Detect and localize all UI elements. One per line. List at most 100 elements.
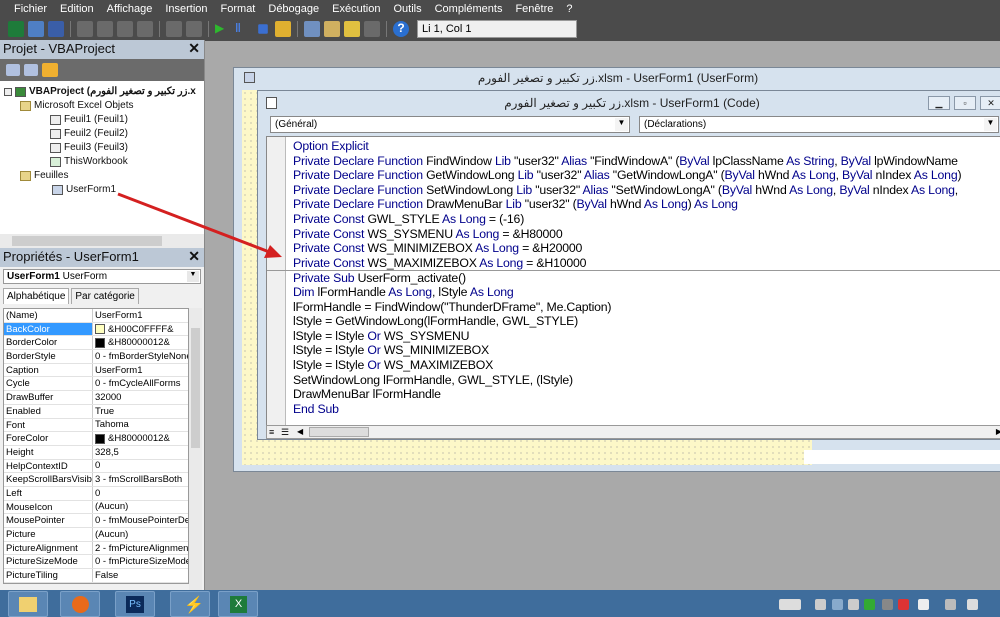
tab-par-categorie[interactable]: Par catégorie — [71, 288, 139, 304]
property-value[interactable]: 0 — [93, 460, 188, 473]
scroll-right-icon[interactable]: ▶ — [996, 427, 1000, 436]
code-line[interactable]: Private Declare Function GetWindowLong L… — [293, 168, 1000, 183]
tray-app-icon[interactable] — [848, 599, 859, 610]
procedure-view-icon[interactable]: ≡ — [269, 427, 274, 437]
keyboard-icon[interactable] — [779, 599, 801, 610]
scroll-left-icon[interactable]: ◀ — [297, 427, 303, 436]
project-explorer-icon[interactable] — [304, 21, 320, 37]
volume-icon[interactable] — [967, 599, 978, 610]
property-value[interactable]: &H80000012& — [93, 432, 188, 445]
usb-icon[interactable] — [882, 599, 893, 610]
firefox-icon[interactable] — [60, 591, 100, 617]
property-value[interactable]: UserForm1 — [93, 309, 188, 322]
property-value[interactable]: 32000 — [93, 391, 188, 404]
menu-fichier[interactable]: Fichier — [14, 3, 47, 15]
collapse-icon[interactable] — [4, 87, 12, 96]
tree-sheet-3[interactable]: Feuil3 (Feuil3) — [50, 142, 128, 153]
code-line[interactable]: Private Declare Function DrawMenuBar Lib… — [293, 197, 1000, 212]
property-row[interactable]: Font Tahoma — [4, 418, 188, 433]
scroll-thumb[interactable] — [12, 236, 162, 246]
cut-icon[interactable] — [77, 21, 93, 37]
object-combo[interactable]: (Général) ▼ — [270, 116, 630, 133]
horizontal-scrollbar[interactable] — [309, 427, 369, 437]
network-icon[interactable] — [945, 599, 956, 610]
menu-outils[interactable]: Outils — [393, 3, 421, 15]
property-value[interactable]: 0 - fmMousePointerDe — [93, 514, 188, 527]
code-line[interactable]: lStyle = lStyle Or WS_SYSMENU — [293, 329, 1000, 344]
code-line[interactable]: Private Const GWL_STYLE As Long = (-16) — [293, 212, 1000, 227]
property-row[interactable]: MousePointer 0 - fmMousePointerDe — [4, 514, 188, 528]
property-row[interactable]: Enabled True — [4, 404, 188, 419]
chevron-down-icon[interactable]: ▼ — [187, 271, 199, 282]
tray-network-icon[interactable] — [832, 599, 843, 610]
menu-edition[interactable]: Edition — [60, 3, 94, 15]
save-icon[interactable] — [48, 21, 64, 37]
property-row[interactable]: Cycle 0 - fmCycleAllForms — [4, 377, 188, 392]
redo-icon[interactable] — [186, 21, 202, 37]
close-icon[interactable]: ✕ — [188, 40, 200, 57]
property-row[interactable]: Left 0 — [4, 486, 188, 501]
property-value[interactable]: 0 - fmCycleAllForms — [93, 377, 188, 390]
property-row[interactable]: BorderStyle 0 - fmBorderStyleNone — [4, 350, 188, 364]
code-line[interactable]: lFormHandle = FindWindow("ThunderDFrame"… — [293, 300, 1000, 315]
help-icon[interactable]: ? — [393, 21, 409, 37]
tree-forms-folder[interactable]: Feuilles — [20, 170, 68, 181]
property-row[interactable]: BackColor &H00C0FFFF& — [4, 322, 188, 337]
menu-format[interactable]: Format — [221, 3, 256, 15]
menu-help[interactable]: ? — [566, 3, 572, 15]
property-value[interactable]: 328,5 — [93, 446, 188, 459]
toggle-folders-icon[interactable] — [42, 63, 58, 77]
property-value[interactable]: (Aucun) — [93, 528, 188, 541]
property-row[interactable]: MouseIcon (Aucun) — [4, 500, 188, 515]
property-row[interactable]: Picture (Aucun) — [4, 528, 188, 542]
property-row[interactable]: DrawBuffer 32000 — [4, 391, 188, 405]
property-value[interactable]: 0 - fmBorderStyleNone — [93, 350, 188, 363]
property-row[interactable]: Caption UserForm1 — [4, 363, 188, 378]
winamp-icon[interactable]: ⚡ — [170, 591, 210, 617]
code-line[interactable]: Dim lFormHandle As Long, lStyle As Long — [293, 285, 1000, 300]
code-line[interactable]: Private Declare Function SetWindowLong L… — [293, 183, 1000, 198]
code-line[interactable]: Private Sub UserForm_activate() — [267, 270, 1000, 285]
tree-thisworkbook[interactable]: ThisWorkbook — [50, 156, 128, 167]
tab-alphabetique[interactable]: Alphabétique — [3, 288, 70, 304]
find-icon[interactable] — [137, 21, 153, 37]
tree-userform1[interactable]: UserForm1 — [52, 184, 116, 195]
stop-icon[interactable] — [258, 24, 268, 34]
property-row[interactable]: HelpContextID 0 — [4, 459, 188, 474]
property-value[interactable]: True — [93, 405, 188, 418]
copy-icon[interactable] — [97, 21, 113, 37]
pause-icon[interactable]: ‖ — [235, 21, 251, 37]
code-line[interactable]: DrawMenuBar lFormHandle — [293, 387, 1000, 402]
property-value[interactable]: (Aucun) — [93, 501, 188, 514]
property-value[interactable]: &H00C0FFFF& — [93, 323, 188, 336]
code-line[interactable]: lStyle = lStyle Or WS_MINIMIZEBOX — [293, 343, 1000, 358]
menu-complements[interactable]: Compléments — [435, 3, 503, 15]
chevron-down-icon[interactable]: ▼ — [615, 118, 628, 131]
object-selector[interactable]: UserForm1 UserForm ▼ — [3, 269, 201, 284]
property-row[interactable]: PictureAlignment 2 - fmPictureAlignment — [4, 541, 188, 556]
code-line[interactable]: lStyle = lStyle Or WS_MAXIMIZEBOX — [293, 358, 1000, 373]
undo-icon[interactable] — [166, 21, 182, 37]
flag-icon[interactable] — [918, 599, 929, 610]
menu-debogage[interactable]: Débogage — [268, 3, 319, 15]
scroll-thumb[interactable] — [191, 328, 200, 448]
tree-excel-objects[interactable]: Microsoft Excel Objets — [20, 100, 133, 111]
chevron-down-icon[interactable]: ▼ — [984, 118, 997, 131]
paste-icon[interactable] — [117, 21, 133, 37]
property-row[interactable]: (Name) UserForm1 — [4, 309, 188, 323]
excel-icon[interactable] — [8, 21, 24, 37]
code-line[interactable]: End Sub — [293, 402, 1000, 417]
photoshop-icon[interactable]: Ps — [115, 591, 155, 617]
close-button[interactable]: ✕ — [980, 96, 1000, 110]
property-value[interactable]: 0 — [93, 487, 188, 500]
code-line[interactable]: lStyle = GetWindowLong(lFormHandle, GWL_… — [293, 314, 1000, 329]
vertical-scrollbar[interactable] — [189, 308, 202, 590]
tray-app-icon[interactable] — [864, 599, 875, 610]
tray-app-icon[interactable] — [815, 599, 826, 610]
property-value[interactable]: Tahoma — [93, 419, 188, 432]
close-icon[interactable]: ✕ — [188, 248, 200, 265]
excel-taskbar-icon[interactable]: X — [218, 591, 258, 617]
code-line[interactable]: SetWindowLong lFormHandle, GWL_STYLE, (l… — [293, 373, 1000, 388]
menu-execution[interactable]: Exécution — [332, 3, 380, 15]
property-row[interactable]: ForeColor &H80000012& — [4, 432, 188, 446]
